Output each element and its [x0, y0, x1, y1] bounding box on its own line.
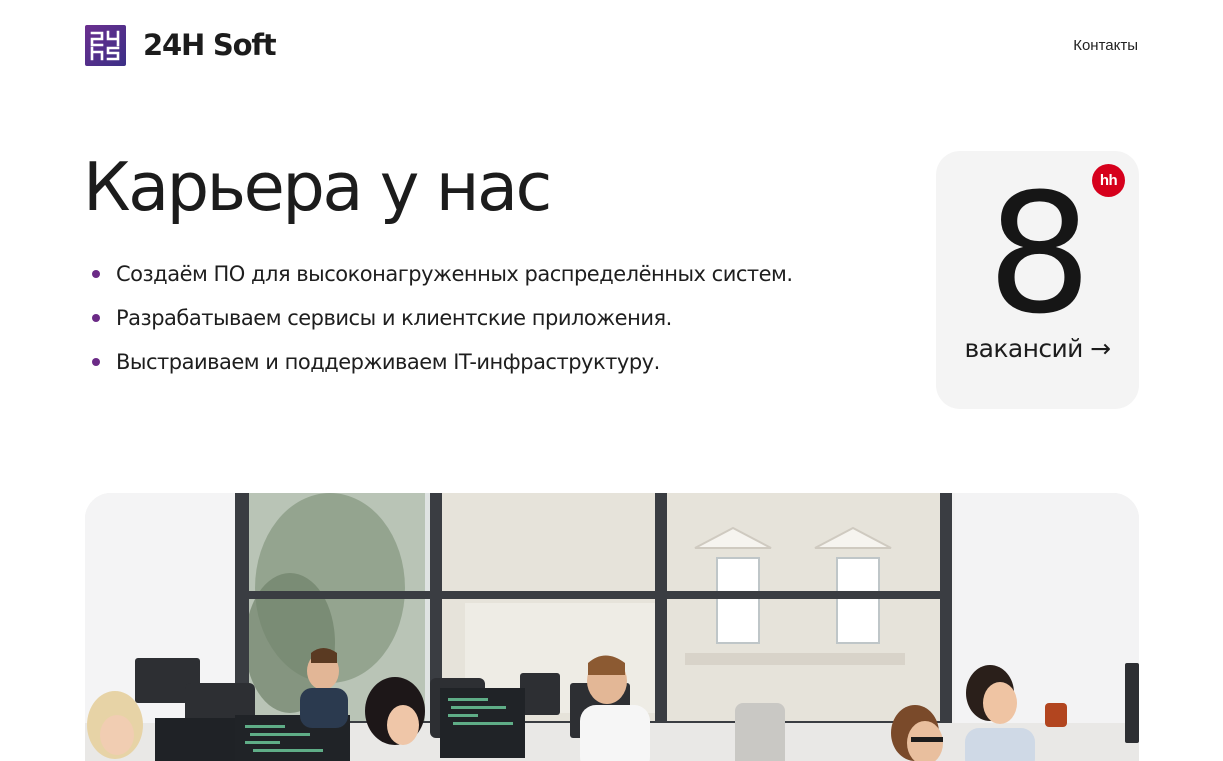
- nav-contacts-link[interactable]: Контакты: [1073, 37, 1138, 54]
- bullet-dot-icon: [92, 314, 100, 322]
- bullet-dot-icon: [92, 358, 100, 366]
- page: 24H Soft Контакты Карьера у нас Создаём …: [0, 0, 1223, 761]
- feature-text: Разрабатываем сервисы и клиентские прило…: [116, 306, 672, 330]
- vacancies-card-link[interactable]: hh 8 вакансий →: [936, 151, 1139, 409]
- brand-home-link[interactable]: 24H Soft: [85, 24, 277, 66]
- brand-logo-icon: [85, 24, 126, 66]
- feature-item: Создаём ПО для высоконагруженных распред…: [92, 252, 793, 296]
- feature-text: Создаём ПО для высоконагруженных распред…: [116, 262, 793, 286]
- vacancies-count: 8: [987, 158, 1092, 350]
- vacancies-label: вакансий →: [964, 334, 1112, 363]
- feature-list: Создаём ПО для высоконагруженных распред…: [92, 252, 793, 384]
- office-team-photo: [85, 493, 1139, 761]
- feature-text: Выстраиваем и поддерживаем IT-инфраструк…: [116, 350, 660, 374]
- site-header: 24H Soft Контакты: [85, 24, 1139, 66]
- feature-item: Выстраиваем и поддерживаем IT-инфраструк…: [92, 340, 793, 384]
- feature-item: Разрабатываем сервисы и клиентские прило…: [92, 296, 793, 340]
- brand-name: 24H Soft: [143, 28, 277, 62]
- page-title: Карьера у нас: [83, 148, 552, 226]
- bullet-dot-icon: [92, 270, 100, 278]
